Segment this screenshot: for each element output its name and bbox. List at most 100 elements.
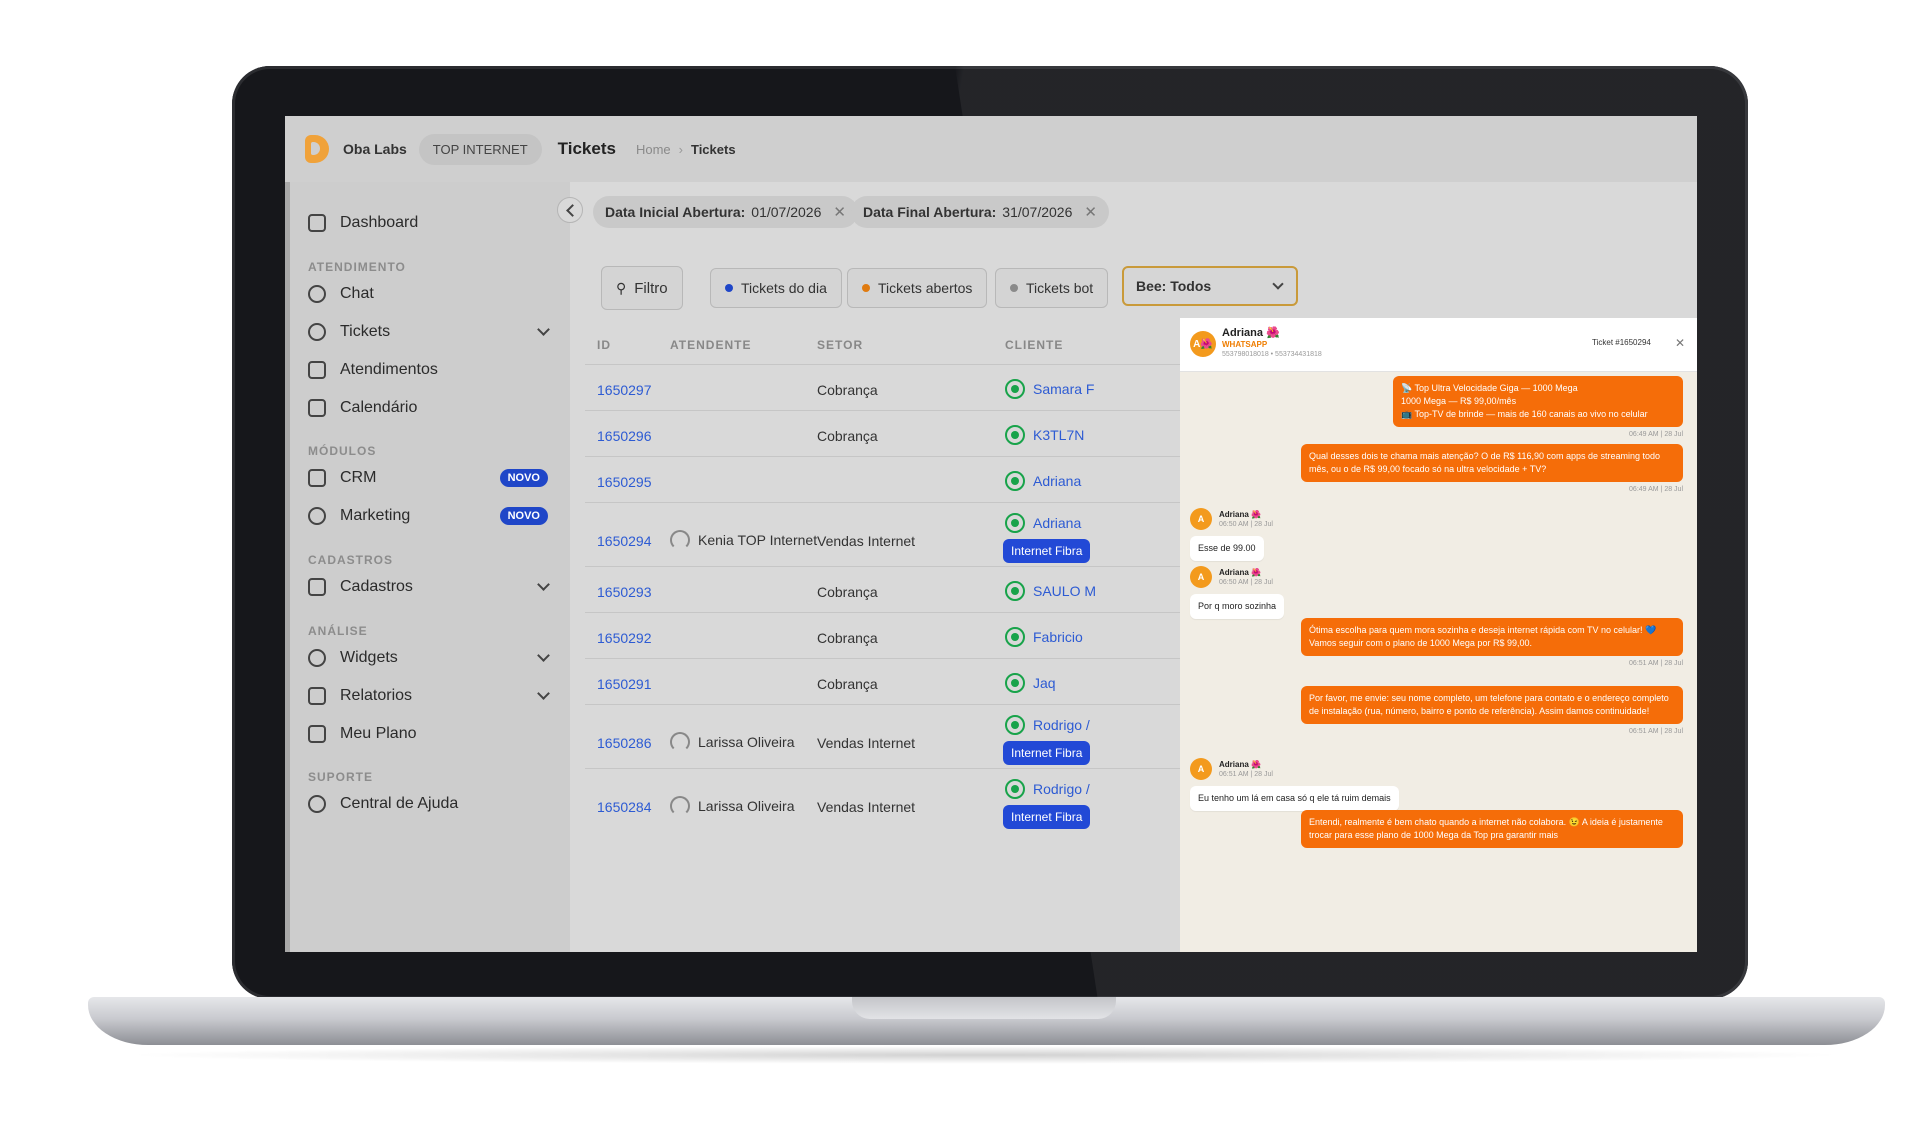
sidebar-item-crm[interactable]: CRM NOVO <box>308 469 548 487</box>
col-setor[interactable]: SETOR <box>817 338 863 352</box>
ticket-id[interactable]: 1650297 <box>597 382 652 398</box>
tickets-abertos-button[interactable]: Tickets abertos <box>847 268 988 308</box>
outgoing-message: Por favor, me envie: seu nome completo, … <box>1301 686 1683 724</box>
ticket-number: Ticket #1650294 <box>1592 338 1651 347</box>
end-date-chip[interactable]: Data Final Abertura: 31/07/2026 ✕ <box>851 196 1109 228</box>
outgoing-message: 📡 Top Ultra Velocidade Giga — 1000 Mega … <box>1393 376 1683 427</box>
table-row[interactable]: 1650294 Kenia TOP Internet Vendas Internet… <box>585 502 1185 566</box>
new-badge: NOVO <box>499 507 548 525</box>
client[interactable]: Rodrigo / <box>1005 779 1090 799</box>
client[interactable]: Rodrigo / <box>1005 715 1090 735</box>
attendant-name: Larissa Oliveira <box>698 734 795 750</box>
client[interactable]: Samara F <box>1005 379 1094 399</box>
sidebar-item-dashboard[interactable]: Dashboard <box>308 214 548 232</box>
client[interactable]: Fabricio <box>1005 627 1083 647</box>
close-icon[interactable]: ✕ <box>1675 336 1685 350</box>
chat-panel: A🌺 Adriana 🌺 WHATSAPP 553798018018 • 553… <box>1180 318 1697 952</box>
chevron-down-icon[interactable] <box>537 687 550 700</box>
col-cliente[interactable]: CLIENTE <box>1005 338 1063 352</box>
table-row[interactable]: 1650292 Cobrança Fabricio <box>585 612 1185 658</box>
sidebar-item-tickets[interactable]: Tickets <box>308 323 550 341</box>
table-row[interactable]: 1650291 Cobrança Jaq <box>585 658 1185 704</box>
sector: Vendas Internet <box>817 735 916 751</box>
section-analise: ANÁLISE <box>308 624 368 638</box>
chevron-down-icon[interactable] <box>537 323 550 336</box>
client-name: K3TL7N <box>1033 427 1085 443</box>
workspace-pill[interactable]: TOP INTERNET <box>418 133 542 165</box>
sidebar-item-label: CRM <box>340 469 377 486</box>
client[interactable]: Adriana <box>1005 513 1081 533</box>
close-icon[interactable]: ✕ <box>833 203 846 221</box>
start-date-chip[interactable]: Data Inicial Abertura: 01/07/2026 ✕ <box>593 196 858 228</box>
ticket-id[interactable]: 1650293 <box>597 584 652 600</box>
filter-button[interactable]: ⚲ Filtro <box>601 266 683 310</box>
client[interactable]: Adriana <box>1005 471 1081 491</box>
sidebar-item-label: Calendário <box>340 399 418 416</box>
client-name: Adriana <box>1033 473 1082 489</box>
sun-icon <box>308 649 326 667</box>
sidebar-item-meu-plano[interactable]: Meu Plano <box>308 725 548 743</box>
sidebar-item-cadastros[interactable]: Cadastros <box>308 578 550 596</box>
sidebar-item-calendario[interactable]: Calendário <box>308 399 548 417</box>
table-row[interactable]: 1650297 Cobrança Samara F <box>585 364 1185 410</box>
table-row[interactable]: 1650286 Larissa Oliveira Vendas Internet Ro… <box>585 704 1185 768</box>
laptop-shadow <box>120 1046 1850 1064</box>
table-row[interactable]: 1650284 Larissa Oliveira Vendas Internet Ro… <box>585 768 1185 832</box>
ticket-icon <box>308 323 326 341</box>
ticket-id[interactable]: 1650295 <box>597 474 652 490</box>
collapse-sidebar-button[interactable] <box>557 197 583 223</box>
sender-name: Adriana 🌺 <box>1219 510 1261 519</box>
table-row[interactable]: 1650293 Cobrança SAULO M <box>585 566 1185 612</box>
chip-value: 01/07/2026 <box>751 204 822 220</box>
ticket-id[interactable]: 1650291 <box>597 676 652 692</box>
tickets-dia-button[interactable]: Tickets do dia <box>710 268 842 308</box>
attendant-name: Kenia TOP Internet <box>698 532 818 548</box>
sidebar-item-marketing[interactable]: Marketing NOVO <box>308 507 548 525</box>
client[interactable]: SAULO M <box>1005 581 1096 601</box>
sidebar-item-ajuda[interactable]: Central de Ajuda <box>308 795 548 813</box>
col-id[interactable]: ID <box>597 338 611 352</box>
client[interactable]: Jaq <box>1005 673 1056 693</box>
button-label: Tickets do dia <box>741 280 827 296</box>
ticket-id[interactable]: 1650292 <box>597 630 652 646</box>
select-value: Bee: Todos <box>1136 278 1212 294</box>
ticket-id[interactable]: 1650284 <box>597 799 652 815</box>
incoming-message: Eu tenho um lá em casa só q ele tá ruim … <box>1190 786 1399 811</box>
ticket-id[interactable]: 1650286 <box>597 735 652 751</box>
sender-name: Adriana 🌺 <box>1219 760 1261 769</box>
tickets-bot-button[interactable]: Tickets bot <box>995 268 1109 308</box>
ticket-id[interactable]: 1650296 <box>597 428 652 444</box>
chevron-down-icon[interactable] <box>537 578 550 591</box>
bee-select[interactable]: Bee: Todos <box>1122 266 1298 306</box>
incoming-message: Esse de 99.00 <box>1190 536 1264 561</box>
attendant: Kenia TOP Internet <box>670 530 817 550</box>
whatsapp-icon <box>1005 715 1025 735</box>
message-time: 06:51 AM | 28 Jul <box>1629 728 1683 735</box>
col-atendente[interactable]: ATENDENTE <box>670 338 751 352</box>
sidebar-item-relatorios[interactable]: Relatorios <box>308 687 550 705</box>
ticket-id[interactable]: 1650294 <box>597 533 652 549</box>
attendant: Larissa Oliveira <box>670 796 794 816</box>
calendar-icon <box>308 399 326 417</box>
sidebar-item-atendimentos[interactable]: Atendimentos <box>308 361 548 379</box>
sidebar: Dashboard ATENDIMENTO Chat Tickets Atend… <box>285 182 570 952</box>
close-icon[interactable]: ✕ <box>1084 203 1097 221</box>
filter-label: Filtro <box>634 279 668 297</box>
client[interactable]: K3TL7N <box>1005 425 1084 445</box>
sidebar-item-label: Atendimentos <box>340 361 438 378</box>
page-title: Tickets <box>557 139 616 158</box>
sector: Cobrança <box>817 676 878 692</box>
client-name: Rodrigo / <box>1033 717 1090 733</box>
sidebar-item-widgets[interactable]: Widgets <box>308 649 550 667</box>
table-row[interactable]: 1650296 Cobrança K3TL7N <box>585 410 1185 456</box>
contact-avatar: A🌺 <box>1190 331 1216 357</box>
chevron-down-icon[interactable] <box>537 649 550 662</box>
table-row[interactable]: 1650295 Adriana <box>585 456 1185 502</box>
status-dot <box>1010 284 1018 292</box>
outgoing-message: Ótima escolha para quem mora sozinha e d… <box>1301 618 1683 656</box>
section-cadastros: CADASTROS <box>308 553 394 567</box>
sidebar-item-chat[interactable]: Chat <box>308 285 548 303</box>
table-header: ID ATENDENTE SETOR CLIENTE <box>585 326 1185 364</box>
app-screen: Oba Labs TOP INTERNET Tickets Home › Ticke… <box>285 116 1697 952</box>
breadcrumb-home[interactable]: Home <box>636 142 671 157</box>
